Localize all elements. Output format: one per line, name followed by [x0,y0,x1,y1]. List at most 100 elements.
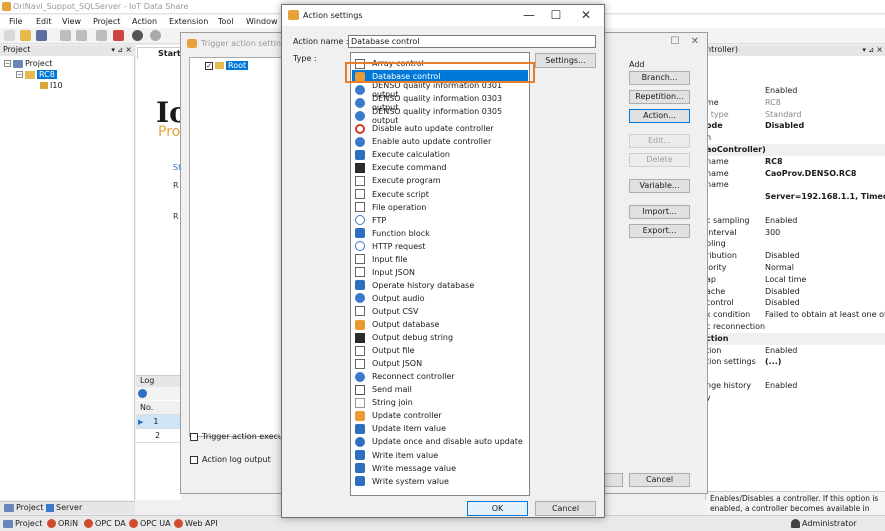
settings-button[interactable]: Settings... [535,53,596,68]
property-row[interactable]: tion settings (...) [706,356,885,368]
export-button[interactable]: Export... [629,224,690,238]
collapse-icon[interactable]: − [16,71,23,78]
property-row[interactable]: control Disabled [706,297,885,309]
type-item[interactable]: DENSO quality information 0305 output [352,107,528,125]
property-row[interactable]: me RC8 [706,97,885,109]
trigger-cancel-button[interactable]: Cancel [629,473,690,487]
root-checkbox[interactable]: ✓ [205,61,213,70]
type-item[interactable]: Write item value [352,449,528,462]
property-row[interactable]: ache Disabled [706,286,885,298]
menu-project[interactable]: Project [93,17,120,26]
property-row[interactable]: ribution Disabled [706,250,885,262]
type-item[interactable]: Operate history database [352,279,528,292]
property-row[interactable]: aoController) [706,144,885,156]
property-row[interactable] [706,203,885,215]
close-icon[interactable]: × [125,45,132,54]
action-log-check[interactable]: Action log output [190,455,271,464]
type-item[interactable]: Input JSON [352,266,528,279]
checkbox[interactable] [190,432,198,441]
property-row[interactable]: iority Normal [706,262,885,274]
maximize-icon[interactable]: ☐ [670,36,679,47]
property-row[interactable]: ction [706,332,885,345]
variable-button[interactable]: Variable... [629,179,690,193]
type-item[interactable]: Output JSON [352,357,528,370]
tree-node-root[interactable]: ✓ Root [205,61,249,70]
property-row[interactable]: name CaoProv.DENSO.RC8 [706,168,885,180]
property-row[interactable]: c sampling Enabled [706,215,885,227]
type-list[interactable]: Array control Database control DENSO quali… [350,52,530,496]
property-row[interactable]: tion Enabled [706,345,885,357]
maximize-icon[interactable]: ☐ [546,8,566,22]
type-item[interactable]: Output debug string [352,331,528,344]
import-button[interactable]: Import... [629,205,690,219]
type-item[interactable]: Function block [352,227,528,240]
type-item[interactable]: Execute program [352,174,528,187]
repetition-button[interactable]: Repetition... [629,90,690,104]
type-item[interactable]: Write system value [352,475,528,488]
menu-tool[interactable]: Tool [218,17,234,26]
copy-icon[interactable] [60,30,71,41]
tab-project[interactable]: Project [4,503,43,512]
menu-action[interactable]: Action [132,17,157,26]
cut-icon[interactable] [96,30,107,41]
checkbox[interactable] [190,455,198,464]
download-icon[interactable] [138,389,147,398]
property-row[interactable]: name [706,179,885,191]
property-row[interactable]: Server=192.168.1.1, Timeout= [706,191,885,203]
trigger-exec-check[interactable]: Trigger action executi [190,432,288,441]
property-row[interactable]: c reconnection [706,321,885,333]
tree-node-project[interactable]: − Project [4,59,52,68]
property-row[interactable]: n [706,132,885,144]
type-item[interactable]: Execute command [352,161,528,174]
property-row[interactable]: k condition Failed to obtain at least one… [706,309,885,321]
type-item[interactable]: Output CSV [352,305,528,318]
tree-node-i10[interactable]: I10 [40,81,63,90]
ok-button[interactable]: OK [467,501,528,516]
type-item[interactable]: Update once and disable auto update [352,435,528,448]
cancel-button[interactable]: Cancel [535,501,596,516]
run-icon[interactable] [132,30,143,41]
minimize-icon[interactable]: — [519,8,539,22]
menu-view[interactable]: View [62,17,81,26]
type-item[interactable]: FTP [352,214,528,227]
action-name-input[interactable]: Database control [348,35,596,48]
delete-button[interactable]: Delete [629,153,690,167]
type-item[interactable]: Disable auto update controller [352,122,528,135]
property-row[interactable]: name RC8 [706,156,885,168]
property-row[interactable] [706,368,885,380]
save-icon[interactable] [36,30,47,41]
type-item[interactable]: Output audio [352,292,528,305]
type-item[interactable]: Execute script [352,188,528,201]
type-item[interactable]: Update controller [352,409,528,422]
close-icon[interactable]: ✕ [576,8,596,22]
branch-button[interactable]: Branch... [629,71,690,85]
type-item[interactable]: Enable auto update controller [352,135,528,148]
menu-window[interactable]: Window [246,17,278,26]
property-row[interactable]: l type Standard [706,109,885,121]
type-item[interactable]: Output file [352,344,528,357]
property-row[interactable]: interval 300 [706,227,885,239]
action-button[interactable]: Action... [629,109,690,123]
table-row[interactable]: 2 [136,429,181,443]
type-item[interactable]: Write message value [352,462,528,475]
menu-extension[interactable]: Extension [169,17,208,26]
property-row[interactable]: Enabled [706,85,885,97]
tree-node-rc8[interactable]: − RC8 [16,70,57,79]
open-icon[interactable] [20,30,31,41]
collapse-icon[interactable]: − [4,60,11,67]
type-item[interactable]: Send mail [352,383,528,396]
property-row[interactable]: nge history Enabled [706,380,885,392]
menu-edit[interactable]: Edit [36,17,52,26]
close-icon[interactable]: ✕ [691,36,699,47]
type-item[interactable]: HTTP request [352,240,528,253]
type-item[interactable]: Input file [352,253,528,266]
stop-icon[interactable] [113,30,124,41]
property-row[interactable]: pling [706,238,885,250]
type-item[interactable]: Update item value [352,422,528,435]
type-item[interactable]: File operation [352,201,528,214]
pin-icon[interactable]: ▾ ⊿ [111,46,123,54]
edit-button[interactable]: Edit... [629,134,690,148]
type-item[interactable]: Output database [352,318,528,331]
tab-start[interactable]: Start [137,47,182,59]
tab-server[interactable]: Server [46,503,82,512]
